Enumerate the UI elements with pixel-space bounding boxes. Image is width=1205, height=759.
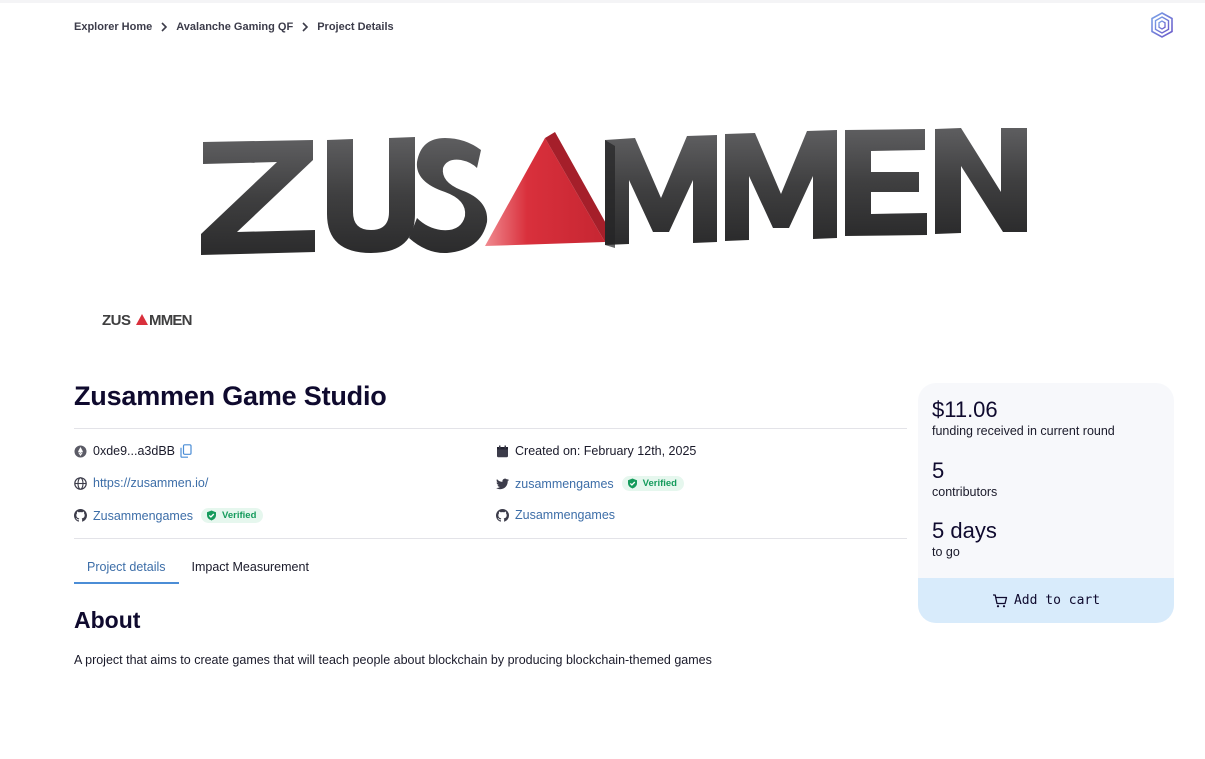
zusammen-avatar-logo: ZUS MMEN <box>102 312 192 328</box>
about-description: A project that aims to create games that… <box>74 653 712 667</box>
top-border <box>0 0 1205 3</box>
project-tabs: Project details Impact Measurement <box>74 554 322 584</box>
chevron-right-icon <box>160 22 168 32</box>
twitter-link[interactable]: zusammengames <box>515 477 614 491</box>
add-to-cart-label: Add to cart <box>1013 593 1101 608</box>
shield-check-icon <box>627 478 638 489</box>
verified-label: Verified <box>642 478 677 489</box>
breadcrumb-explorer-home[interactable]: Explorer Home <box>74 21 152 33</box>
copy-icon[interactable] <box>180 444 192 458</box>
funding-stat: $11.06 funding received in current round <box>932 397 1115 438</box>
verified-badge: Verified <box>201 508 264 523</box>
globe-icon <box>74 476 87 490</box>
contributors-stat: 5 contributors <box>932 458 997 499</box>
gitcoin-logo-icon[interactable] <box>1150 12 1174 38</box>
tab-project-details[interactable]: Project details <box>74 554 179 584</box>
github-icon <box>496 508 509 522</box>
wallet-address: 0xde9...a3dBB <box>93 444 176 458</box>
website-link[interactable]: https://zusammen.io/ <box>93 476 208 490</box>
github-user-row: Zusammengames Verified <box>74 508 264 523</box>
funding-amount: $11.06 <box>932 397 998 422</box>
breadcrumb-project-details[interactable]: Project Details <box>317 21 393 33</box>
svg-text:ZUS: ZUS <box>102 312 131 328</box>
contributors-label: contributors <box>932 485 998 499</box>
add-to-cart-button[interactable]: Add to cart <box>918 578 1174 623</box>
project-banner <box>195 110 1035 280</box>
verified-label: Verified <box>222 510 257 521</box>
twitter-row: zusammengames Verified <box>496 476 684 491</box>
github-org-link[interactable]: Zusammengames <box>515 508 615 522</box>
chevron-right-icon <box>301 22 309 32</box>
page-title: Zusammen Game Studio <box>74 381 387 411</box>
divider <box>74 538 907 539</box>
shield-check-icon <box>206 510 217 521</box>
svg-text:MMEN: MMEN <box>149 312 192 328</box>
funding-label: funding received in current round <box>932 424 1115 438</box>
about-heading: About <box>74 607 141 633</box>
twitter-icon <box>496 477 509 490</box>
created-on-date: Created on: February 12th, 2025 <box>515 444 697 458</box>
github-icon <box>74 509 87 522</box>
days-left-value: 5 days <box>932 518 997 543</box>
days-left-label: to go <box>932 545 960 559</box>
ethereum-icon <box>74 445 87 458</box>
calendar-icon <box>496 445 509 458</box>
breadcrumb-round[interactable]: Avalanche Gaming QF <box>176 21 293 33</box>
divider <box>74 428 907 429</box>
created-on-row: Created on: February 12th, 2025 <box>496 444 696 458</box>
funding-stats-card: $11.06 funding received in current round… <box>918 383 1174 623</box>
github-user-link[interactable]: Zusammengames <box>93 509 193 523</box>
verified-badge: Verified <box>621 476 684 491</box>
github-org-row: Zusammengames <box>496 508 615 522</box>
project-avatar: ZUS MMEN <box>100 308 202 330</box>
wallet-address-row: 0xde9...a3dBB <box>74 444 192 458</box>
cart-icon <box>992 593 1008 609</box>
days-left-stat: 5 days to go <box>932 518 997 559</box>
website-row: https://zusammen.io/ <box>74 476 208 490</box>
zusammen-banner-logo <box>201 128 1027 255</box>
tab-impact-measurement[interactable]: Impact Measurement <box>179 554 322 584</box>
breadcrumb: Explorer Home Avalanche Gaming QF Projec… <box>74 21 394 33</box>
contributors-count: 5 <box>932 458 945 483</box>
